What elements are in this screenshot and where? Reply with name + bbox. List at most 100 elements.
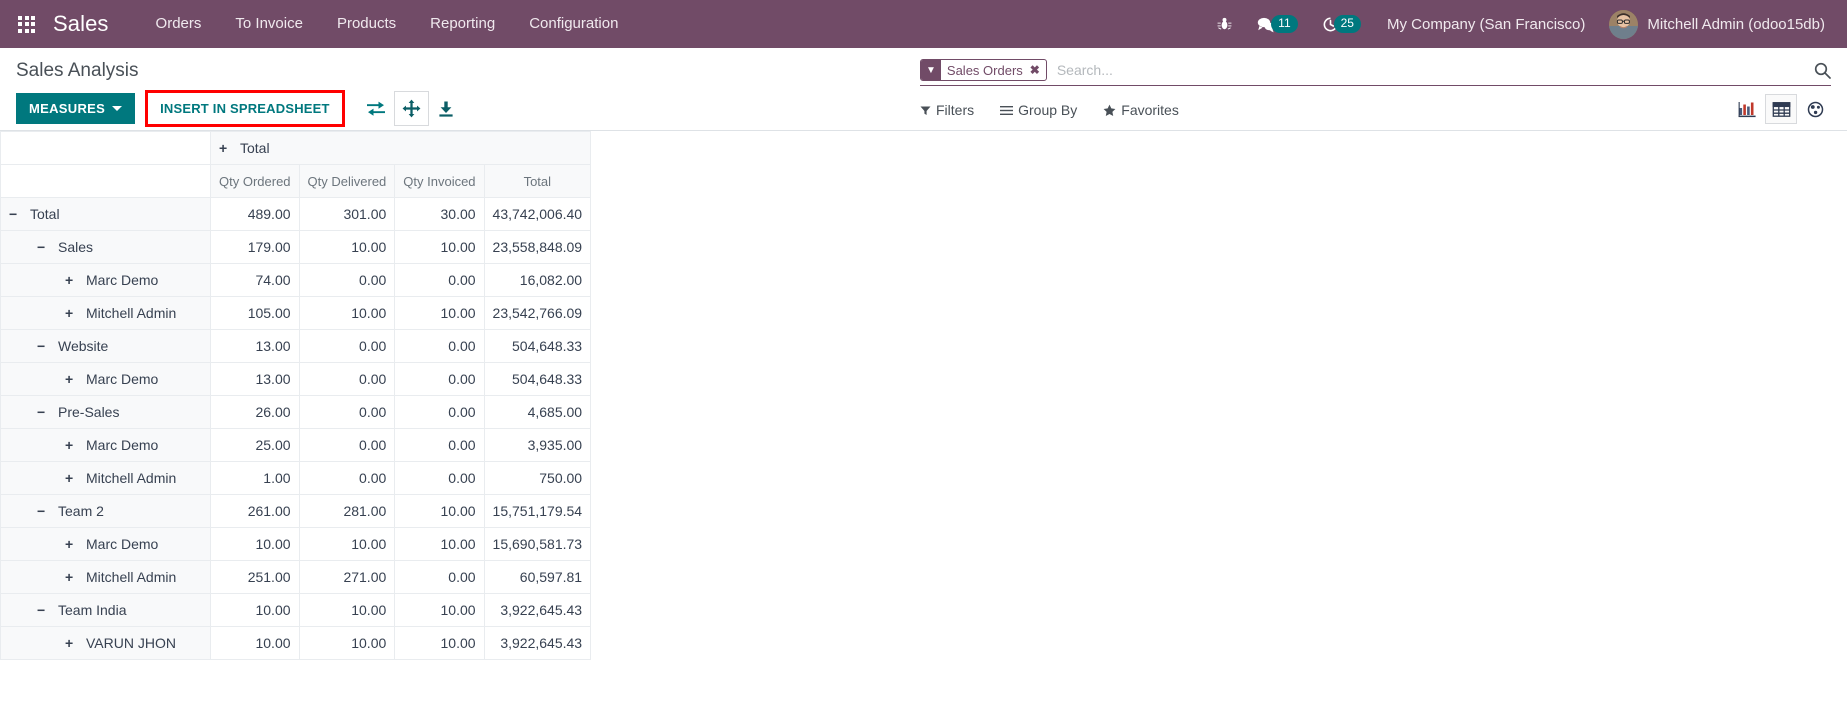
pivot-cell[interactable]: 25.00 <box>210 428 300 462</box>
expand-row-icon[interactable]: + <box>65 470 79 486</box>
pivot-cell[interactable]: 10.00 <box>210 593 300 627</box>
menu-item-configuration[interactable]: Configuration <box>512 0 635 48</box>
pivot-cell[interactable]: 281.00 <box>298 494 396 528</box>
pivot-cell[interactable]: 271.00 <box>298 560 396 594</box>
expand-row-icon[interactable]: + <box>65 569 79 585</box>
collapse-row-icon[interactable]: − <box>37 404 51 420</box>
measure-header-qty-delivered[interactable]: Qty Delivered <box>298 164 396 198</box>
pivot-cell[interactable]: 0.00 <box>298 461 396 495</box>
pivot-cell[interactable]: 0.00 <box>298 263 396 297</box>
pivot-cell[interactable]: 0.00 <box>394 329 485 363</box>
menu-item-orders[interactable]: Orders <box>139 0 219 48</box>
search-icon[interactable] <box>1804 62 1831 79</box>
pivot-cell[interactable]: 179.00 <box>210 230 300 264</box>
pivot-cell[interactable]: 504,648.33 <box>483 329 592 363</box>
favorites-dropdown[interactable]: Favorites <box>1103 102 1179 118</box>
pivot-cell[interactable]: 10.00 <box>394 527 485 561</box>
pivot-cell[interactable]: 750.00 <box>483 461 592 495</box>
user-menu[interactable]: Mitchell Admin (odoo15db) <box>1599 9 1831 39</box>
pivot-cell[interactable]: 10.00 <box>394 593 485 627</box>
pivot-cell[interactable]: 10.00 <box>394 230 485 264</box>
pivot-cell[interactable]: 251.00 <box>210 560 300 594</box>
pivot-cell[interactable]: 60,597.81 <box>483 560 592 594</box>
expand-row-icon[interactable]: + <box>65 635 79 651</box>
pivot-cell[interactable]: 10.00 <box>298 626 396 660</box>
pivot-cell[interactable]: 0.00 <box>298 362 396 396</box>
pivot-cell[interactable]: 43,742,006.40 <box>483 197 592 231</box>
pivot-cell[interactable]: 13.00 <box>210 362 300 396</box>
cohort-view-icon[interactable] <box>1799 94 1831 124</box>
menu-item-reporting[interactable]: Reporting <box>413 0 512 48</box>
expand-row-icon[interactable]: + <box>65 305 79 321</box>
pivot-row-header[interactable]: − Team 2 <box>0 494 211 528</box>
expand-row-icon[interactable]: + <box>65 371 79 387</box>
pivot-cell[interactable]: 10.00 <box>298 593 396 627</box>
pivot-cell[interactable]: 10.00 <box>210 527 300 561</box>
pivot-row-header[interactable]: + Mitchell Admin <box>0 296 211 330</box>
pivot-cell[interactable]: 0.00 <box>298 329 396 363</box>
pivot-cell[interactable]: 15,751,179.54 <box>483 494 592 528</box>
collapse-row-icon[interactable]: − <box>37 239 51 255</box>
collapse-row-icon[interactable]: − <box>37 503 51 519</box>
measure-header-qty-ordered[interactable]: Qty Ordered <box>210 164 300 198</box>
pivot-row-header[interactable]: + Marc Demo <box>0 362 211 396</box>
pivot-cell[interactable]: 489.00 <box>210 197 300 231</box>
pivot-cell[interactable]: 10.00 <box>298 296 396 330</box>
pivot-cell[interactable]: 30.00 <box>394 197 485 231</box>
pivot-cell[interactable]: 74.00 <box>210 263 300 297</box>
pivot-row-header[interactable]: + Marc Demo <box>0 428 211 462</box>
expand-row-icon[interactable]: + <box>65 437 79 453</box>
pivot-cell[interactable]: 105.00 <box>210 296 300 330</box>
pivot-row-header[interactable]: − Pre-Sales <box>0 395 211 429</box>
pivot-row-header[interactable]: − Total <box>0 197 211 231</box>
graph-view-icon[interactable] <box>1731 94 1763 124</box>
clock-icon[interactable]: 25 <box>1310 0 1373 48</box>
pivot-cell[interactable]: 0.00 <box>394 560 485 594</box>
pivot-cell[interactable]: 26.00 <box>210 395 300 429</box>
search-facet-sales-orders[interactable]: ▼ Sales Orders ✖ <box>920 59 1047 81</box>
company-switcher[interactable]: My Company (San Francisco) <box>1373 16 1599 33</box>
pivot-cell[interactable]: 301.00 <box>298 197 396 231</box>
pivot-row-header[interactable]: − Team India <box>0 593 211 627</box>
pivot-cell[interactable]: 4,685.00 <box>483 395 592 429</box>
pivot-cell[interactable]: 0.00 <box>394 362 485 396</box>
download-xlsx-icon[interactable] <box>429 91 464 126</box>
pivot-cell[interactable]: 3,922,645.43 <box>483 593 592 627</box>
pivot-row-header[interactable]: + VARUN JHON <box>0 626 211 660</box>
pivot-row-header[interactable]: − Website <box>0 329 211 363</box>
bug-icon[interactable] <box>1205 0 1244 48</box>
pivot-row-header[interactable]: − Sales <box>0 230 211 264</box>
expand-col-icon[interactable]: + <box>219 140 233 156</box>
collapse-row-icon[interactable]: − <box>37 338 51 354</box>
search-input[interactable] <box>1052 62 1804 78</box>
pivot-cell[interactable]: 10.00 <box>298 527 396 561</box>
pivot-col-group-total[interactable]: + Total <box>209 131 592 165</box>
pivot-cell[interactable]: 3,922,645.43 <box>483 626 592 660</box>
pivot-cell[interactable]: 261.00 <box>210 494 300 528</box>
pivot-cell[interactable]: 10.00 <box>394 494 485 528</box>
measure-header-total[interactable]: Total <box>483 164 592 198</box>
pivot-cell[interactable]: 0.00 <box>394 395 485 429</box>
messages-icon[interactable]: 11 <box>1244 0 1309 48</box>
pivot-cell[interactable]: 23,542,766.09 <box>483 296 592 330</box>
pivot-cell[interactable]: 0.00 <box>394 263 485 297</box>
measure-header-qty-invoiced[interactable]: Qty Invoiced <box>394 164 485 198</box>
pivot-view-icon[interactable] <box>1765 94 1797 124</box>
pivot-cell[interactable]: 10.00 <box>298 230 396 264</box>
menu-item-to-invoice[interactable]: To Invoice <box>218 0 320 48</box>
menu-item-products[interactable]: Products <box>320 0 413 48</box>
pivot-cell[interactable]: 15,690,581.73 <box>483 527 592 561</box>
pivot-row-header[interactable]: + Marc Demo <box>0 527 211 561</box>
collapse-row-icon[interactable]: − <box>37 602 51 618</box>
pivot-cell[interactable]: 23,558,848.09 <box>483 230 592 264</box>
pivot-cell[interactable]: 0.00 <box>394 428 485 462</box>
expand-all-icon[interactable] <box>393 91 429 126</box>
pivot-cell[interactable]: 16,082.00 <box>483 263 592 297</box>
apps-grid-icon[interactable] <box>18 15 35 33</box>
pivot-cell[interactable]: 0.00 <box>298 395 396 429</box>
pivot-cell[interactable]: 13.00 <box>210 329 300 363</box>
filters-dropdown[interactable]: Filters <box>920 102 974 118</box>
flip-axis-icon[interactable] <box>359 91 394 126</box>
pivot-row-header[interactable]: + Marc Demo <box>0 263 211 297</box>
expand-row-icon[interactable]: + <box>65 272 79 288</box>
